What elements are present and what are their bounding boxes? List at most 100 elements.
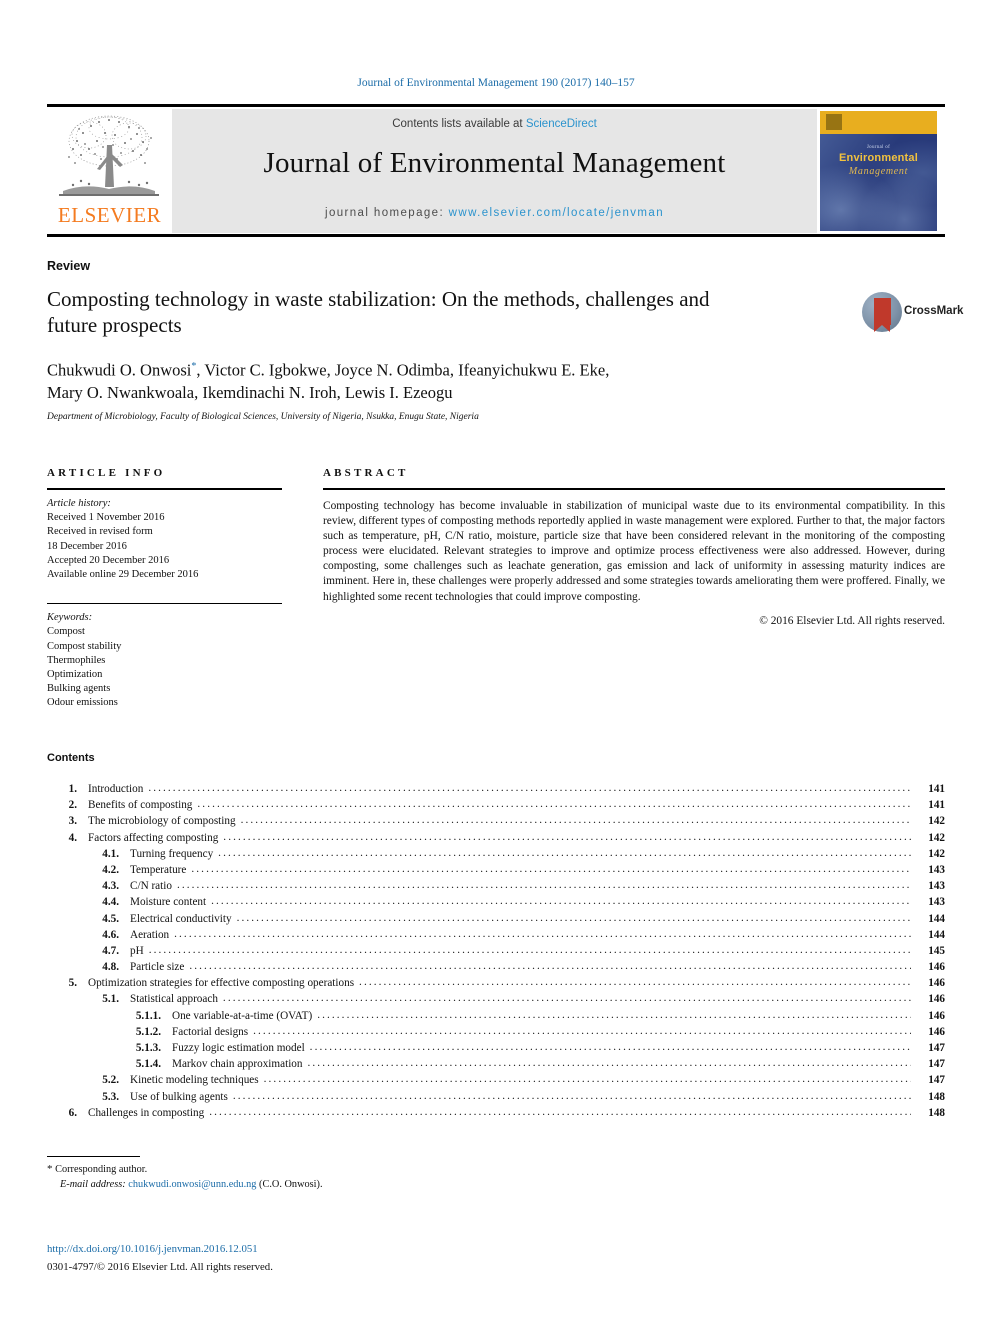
asterisk-icon: * bbox=[47, 1163, 53, 1175]
article-history-block: Article history: Received 1 November 201… bbox=[47, 497, 282, 582]
elsevier-tree-icon bbox=[55, 111, 163, 203]
toc-entry-label: One variable-at-a-time (OVAT) bbox=[172, 1009, 313, 1022]
toc-entry-page: 146 bbox=[928, 1025, 945, 1038]
toc-entry[interactable]: 4.7. pH..................................… bbox=[47, 943, 945, 961]
toc-leader-dots: ........................................… bbox=[148, 782, 911, 794]
toc-entry[interactable]: 6. Challenges in composting..............… bbox=[47, 1105, 945, 1123]
toc-leader-dots: ........................................… bbox=[197, 798, 911, 811]
toc-entry-label: Statistical approach bbox=[130, 993, 218, 1006]
toc-leader-dots: ........................................… bbox=[211, 895, 911, 908]
toc-leader-dots: ........................................… bbox=[240, 814, 911, 827]
toc-entry[interactable]: 5.1.1. One variable-at-a-time (OVAT).....… bbox=[47, 1009, 945, 1026]
article-info-column: ARTICLE INFO Article history: Received 1… bbox=[47, 467, 282, 711]
toc-entry[interactable]: 4.4. Moisture content....................… bbox=[47, 895, 945, 912]
email-link[interactable]: chukwudi.onwosi@unn.edu.ng bbox=[128, 1179, 256, 1190]
cover-elsevier-icon bbox=[826, 114, 842, 130]
toc-entry[interactable]: 5.1. Statistical approach................… bbox=[47, 992, 945, 1009]
toc-entry-number: 5.1.3. bbox=[135, 1042, 161, 1054]
toc-entry-label: Moisture content bbox=[130, 896, 207, 909]
toc-leader-dots: ........................................… bbox=[307, 1057, 912, 1070]
toc-entry[interactable]: 4.1. Turning frequency...................… bbox=[47, 846, 945, 864]
article-type-label: Review bbox=[47, 259, 91, 273]
crossmark-icon bbox=[862, 292, 902, 332]
journal-cover-thumbnail[interactable]: Journal of Environmental Management bbox=[818, 109, 945, 233]
toc-leader-dots: ........................................… bbox=[218, 846, 911, 859]
toc-entry-page: 145 bbox=[928, 944, 945, 957]
toc-entry-label: C/N ratio bbox=[130, 880, 172, 893]
toc-entry-label: Factorial designs bbox=[172, 1025, 249, 1038]
corresponding-author-note: * Corresponding author. bbox=[47, 1162, 607, 1178]
toc-entry-number: 4. bbox=[68, 831, 77, 844]
keyword-item: Compost stability bbox=[47, 640, 122, 652]
toc-entry[interactable]: 5.1.4. Markov chain approximation........… bbox=[47, 1057, 945, 1074]
toc-entry[interactable]: 3. The microbiology of composting........… bbox=[47, 814, 945, 831]
toc-leader-dots: ........................................… bbox=[176, 879, 911, 892]
toc-entry-page: 146 bbox=[928, 1009, 945, 1022]
article-history-label: Article history: bbox=[47, 498, 111, 509]
article-info-heading: ARTICLE INFO bbox=[47, 467, 166, 479]
toc-entry-number: 4.4. bbox=[102, 896, 119, 909]
toc-entry-number: 2. bbox=[68, 799, 77, 812]
crossmark-badge[interactable]: CrossMark bbox=[862, 292, 963, 338]
keywords-rule bbox=[47, 603, 282, 605]
toc-leader-dots: ........................................… bbox=[191, 862, 911, 875]
toc-entry-page: 144 bbox=[928, 928, 945, 941]
toc-entry-page: 147 bbox=[928, 1042, 945, 1054]
article-info-rule bbox=[47, 488, 282, 490]
toc-entry[interactable]: 4.6. Aeration............................… bbox=[47, 927, 945, 945]
history-item: Received in revised form bbox=[47, 526, 153, 538]
toc-leader-dots: ........................................… bbox=[253, 1024, 911, 1037]
toc-entry[interactable]: 5.1.2. Factorial designs.................… bbox=[47, 1024, 945, 1042]
toc-leader-dots: ........................................… bbox=[189, 960, 911, 973]
toc-entry[interactable]: 4.5. Electrical conductivity.............… bbox=[47, 911, 945, 929]
toc-entry[interactable]: 4. Factors affecting composting..........… bbox=[47, 830, 945, 848]
toc-entry[interactable]: 4.8. Particle size.......................… bbox=[47, 960, 945, 977]
toc-entry-label: Particle size bbox=[130, 961, 185, 974]
toc-entry-page: 142 bbox=[928, 847, 945, 860]
toc-entry[interactable]: 5.3. Use of bulking agents...............… bbox=[47, 1090, 945, 1107]
email-note: E-mail address: chukwudi.onwosi@unn.edu.… bbox=[47, 1178, 607, 1193]
issn-copyright: 0301-4797/© 2016 Elsevier Ltd. All right… bbox=[47, 1261, 273, 1273]
masthead-top-rule bbox=[47, 104, 945, 107]
toc-entry-page: 147 bbox=[928, 1074, 945, 1087]
toc-entry-page: 148 bbox=[928, 1106, 945, 1119]
toc-leader-dots: ........................................… bbox=[174, 927, 911, 940]
author-list-line2: Mary O. Nwankwoala, Ikemdinachi N. Iroh,… bbox=[47, 382, 453, 402]
journal-title: Journal of Environmental Management bbox=[263, 147, 726, 179]
keyword-item: Compost bbox=[47, 626, 85, 638]
toc-entry-number: 5.1.4. bbox=[135, 1058, 161, 1071]
toc-leader-dots: ........................................… bbox=[236, 911, 911, 924]
toc-entry[interactable]: 5.1.3. Fuzzy logic estimation model......… bbox=[47, 1041, 945, 1058]
toc-entry[interactable]: 5. Optimization strategies for effective … bbox=[47, 976, 945, 993]
toc-entry[interactable]: 1. Introduction..........................… bbox=[47, 782, 945, 799]
elsevier-logo[interactable]: ELSEVIER bbox=[47, 109, 172, 233]
abstract-column: ABSTRACT Composting technology has becom… bbox=[323, 467, 945, 627]
journal-homepage-link[interactable]: www.elsevier.com/locate/jenvman bbox=[449, 207, 664, 219]
crossmark-bookmark-shape bbox=[874, 298, 891, 332]
toc-entry[interactable]: 4.3. C/N ratio...........................… bbox=[47, 879, 945, 896]
page-title: Composting technology in waste stabiliza… bbox=[47, 287, 710, 337]
toc-entry-page: 141 bbox=[928, 783, 945, 795]
toc-leader-dots: ........................................… bbox=[209, 1105, 911, 1118]
keyword-item: Odour emissions bbox=[47, 697, 118, 709]
keyword-item: Bulking agents bbox=[47, 683, 111, 695]
keywords-list: Keywords: Compost Compost stability Ther… bbox=[47, 611, 282, 710]
toc-entry[interactable]: 5.2. Kinetic modeling techniques.........… bbox=[47, 1073, 945, 1090]
sciencedirect-link[interactable]: ScienceDirect bbox=[526, 118, 597, 130]
author-list-rest: , Victor C. Igbokwe, Joyce N. Odimba, If… bbox=[196, 360, 610, 380]
toc-leader-dots: ........................................… bbox=[148, 943, 911, 956]
toc-entry[interactable]: 2. Benefits of composting................… bbox=[47, 798, 945, 815]
keyword-item: Optimization bbox=[47, 669, 103, 681]
running-head: Journal of Environmental Management 190 … bbox=[357, 77, 635, 89]
toc-entry[interactable]: 4.2. Temperature.........................… bbox=[47, 862, 945, 880]
cover-journal-of-text: Journal of bbox=[866, 145, 891, 150]
toc-entry-page: 144 bbox=[928, 912, 945, 925]
toc-leader-dots: ........................................… bbox=[223, 830, 911, 843]
cover-title-line2: Management bbox=[848, 166, 909, 177]
abstract-heading: ABSTRACT bbox=[323, 467, 409, 479]
doi-link[interactable]: http://dx.doi.org/10.1016/j.jenvman.2016… bbox=[47, 1243, 258, 1255]
toc-leader-dots: ........................................… bbox=[309, 1041, 911, 1053]
toc-entry-label: Kinetic modeling techniques bbox=[130, 1074, 259, 1087]
toc-entry-label: The microbiology of composting bbox=[88, 815, 236, 828]
corresponding-author-text: Corresponding author. bbox=[55, 1164, 148, 1175]
